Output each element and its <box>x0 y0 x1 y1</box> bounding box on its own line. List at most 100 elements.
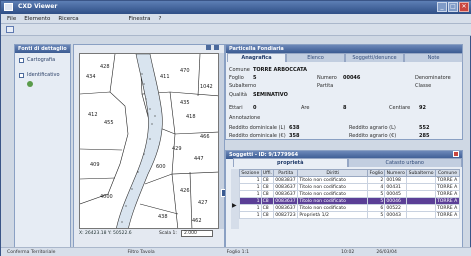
row-selector-column: ▶ <box>231 169 239 229</box>
col-header[interactable]: Uffi. <box>260 169 275 177</box>
subalterno-label: Subalterno <box>229 83 257 89</box>
table-row[interactable]: 1 C8 0082723 Proprietà 1/2 5 00043 TORRE A <box>239 211 461 219</box>
toolbar <box>1 24 471 36</box>
parcel-label: 411 <box>160 74 170 80</box>
col-header[interactable]: Sezione <box>239 169 262 177</box>
table-row[interactable]: 1 C8 0083637 Titolo non codificato 6 00522 TOR… <box>239 204 461 212</box>
col-header[interactable]: Foglio <box>367 169 386 177</box>
map-scrollbar[interactable] <box>219 53 224 229</box>
menu-ricerca[interactable]: Ricerca <box>58 16 78 22</box>
qualita-label: Qualità <box>229 92 247 98</box>
table-cell: 00431 <box>384 183 408 191</box>
tab-catasto-urbano[interactable]: Catasto urbano <box>347 158 462 167</box>
parcel-label: 462 <box>192 218 202 224</box>
left-item-identificativo[interactable]: Identificativo <box>19 72 60 78</box>
table-cell <box>406 211 436 219</box>
tab-elenco[interactable]: Elenco <box>286 53 345 62</box>
table-cell: C8 <box>260 183 275 191</box>
parcel-label: 600 <box>156 164 166 170</box>
foglio-label: Foglio <box>229 75 244 81</box>
table-row[interactable]: 1 C8 0083637 Titolo non codificato 5 00046 TOR… <box>239 197 461 205</box>
table-cell: 00043 <box>384 211 408 219</box>
numero-value: 00046 <box>343 75 361 81</box>
tab-anagrafica[interactable]: Anagrafica <box>227 53 286 62</box>
left-item-cartografia[interactable]: Cartografia <box>19 57 55 63</box>
status-field: Foglio 1:1 <box>226 250 250 255</box>
soggetti-table-wrap: Sezione Uffi. Partita Diritti Foglio Num… <box>239 169 461 219</box>
parcel-label: 470 <box>180 68 190 74</box>
table-cell: C8 <box>260 190 275 198</box>
table-cell: C8 <box>260 197 275 205</box>
parcel-label: 429 <box>172 146 182 152</box>
scale-label: Scala 1: <box>159 231 177 236</box>
menu-file[interactable]: File <box>7 16 16 22</box>
table-cell: 0083637 <box>273 197 299 205</box>
open-icon[interactable] <box>6 26 14 33</box>
maximize-button[interactable]: □ <box>448 2 458 12</box>
table-cell <box>406 190 436 198</box>
app-icon <box>4 3 13 11</box>
cadastral-map[interactable]: 412 455 470 409 418 447 426 427 438 462 … <box>79 53 219 229</box>
table-row[interactable]: 1 C8 0083837 Titolo non codificato 2 00198 TOR… <box>239 176 461 184</box>
tab-proprieta[interactable]: proprietà <box>233 158 348 167</box>
menu-help[interactable]: ? <box>158 16 161 22</box>
property-panel-title: Particella Fondiaria <box>226 45 462 53</box>
property-tabs: Anagrafica Elenco Soggetti/denunce Note <box>227 53 463 62</box>
table-cell <box>406 176 436 184</box>
reddito-agr-l-value: 552 <box>419 125 430 131</box>
table-cell: 0083637 <box>273 204 299 212</box>
table-cell: Titolo non codificato <box>297 204 369 212</box>
table-cell <box>406 183 436 191</box>
checkbox-icon[interactable] <box>19 72 24 78</box>
table-cell: 1 <box>239 176 262 184</box>
close-icon[interactable] <box>213 45 219 50</box>
table-row[interactable]: 1 C8 0083637 Titolo non codificato 4 00431 TOR… <box>239 183 461 191</box>
application-window: CXD Viewer _ □ ✕ File Elemento Ricerca F… <box>0 0 471 256</box>
table-cell: TORRE A <box>434 211 461 219</box>
close-icon[interactable] <box>453 151 459 157</box>
parcel-label: 412 <box>88 112 98 118</box>
scale-input[interactable]: 2.000 <box>181 230 213 237</box>
table-cell: C8 <box>260 211 275 219</box>
status-field: 26/03/04 <box>376 250 397 255</box>
table-row[interactable]: 1 C8 0083637 Titolo non codificato 5 00045 TOR… <box>239 190 461 198</box>
menu-bar: File Elemento Ricerca Finestra ? <box>1 14 471 24</box>
table-cell: 1 <box>239 190 262 198</box>
denominatore-label: Denominatore <box>415 75 451 81</box>
numero-label: Numero <box>317 75 337 81</box>
minimize-button[interactable]: _ <box>437 2 447 12</box>
table-cell: C8 <box>260 176 275 184</box>
ettari-label: Ettari <box>229 105 243 111</box>
menu-elemento[interactable]: Elemento <box>24 16 50 22</box>
table-cell: 5 <box>367 190 386 198</box>
left-panel-title: Fonti di dettaglio <box>15 45 70 53</box>
tab-note[interactable]: Note <box>404 53 463 62</box>
left-item-label: Cartografia <box>27 57 56 63</box>
comune-value: TORRE ARBOCCATA <box>253 67 308 73</box>
checkbox-icon[interactable] <box>19 57 24 63</box>
col-header[interactable]: Numero <box>384 169 408 177</box>
table-cell: TORRE A <box>434 190 461 198</box>
table-cell: 0083637 <box>273 190 299 198</box>
col-header[interactable]: Diritti <box>297 169 369 177</box>
status-field: 10:02 <box>341 250 355 255</box>
close-button[interactable]: ✕ <box>459 2 469 12</box>
partita-label: Partita <box>317 83 334 89</box>
menu-finestra[interactable]: Finestra <box>129 16 151 22</box>
table-cell: 00045 <box>384 190 408 198</box>
table-cell: 1 <box>239 211 262 219</box>
col-header[interactable]: Comune <box>434 169 461 177</box>
col-header[interactable]: Subalterno <box>406 169 436 177</box>
status-dot-icon <box>27 81 33 87</box>
tab-soggetti[interactable]: Soggetti/denunce <box>345 53 404 62</box>
parcel-label: 1042 <box>200 84 213 90</box>
table-cell: 4 <box>367 183 386 191</box>
minimize-icon[interactable] <box>206 45 211 50</box>
parcel-label: 447 <box>194 156 204 162</box>
table-cell: 0083637 <box>273 183 299 191</box>
table-cell: TORRE A <box>434 197 461 205</box>
status-field: Conferma Territoriale <box>7 250 56 255</box>
river-shape <box>116 54 163 228</box>
col-header[interactable]: Partita <box>273 169 299 177</box>
map-window-controls <box>206 45 220 51</box>
